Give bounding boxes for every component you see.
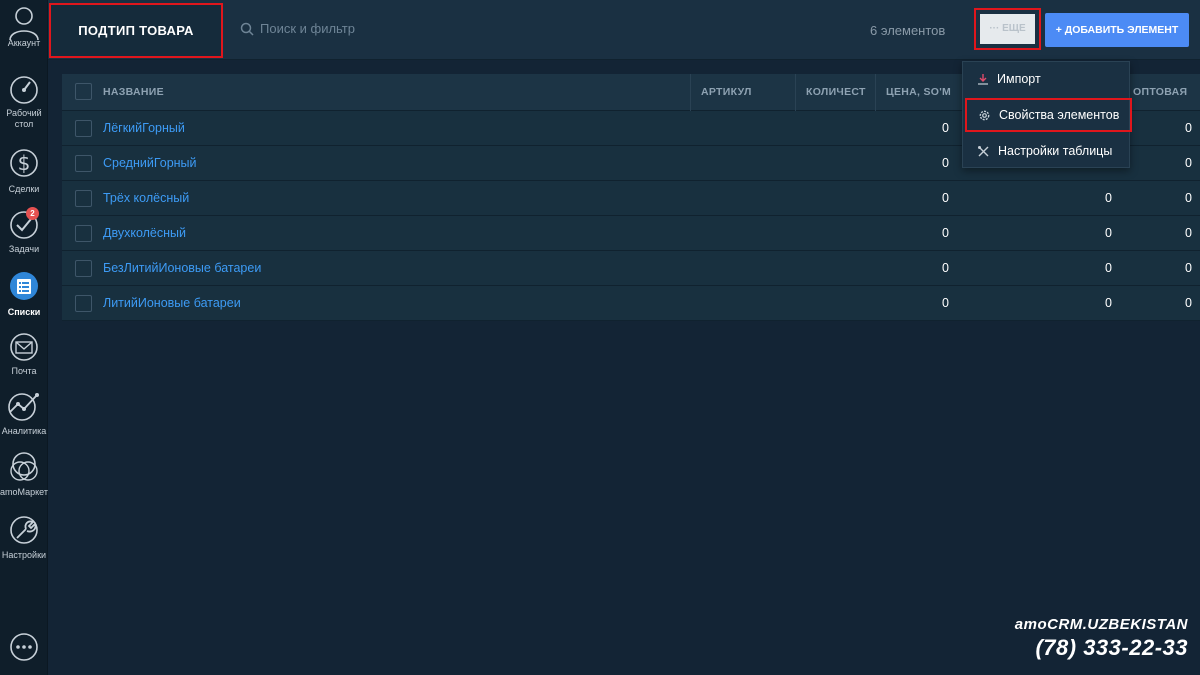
sidebar-item-mail[interactable]: Почта (0, 332, 48, 377)
row-wholesale: 0 (1185, 296, 1192, 310)
chat-icon (10, 633, 38, 661)
svg-text:$: $ (18, 151, 31, 175)
sidebar-item-label: Рабочий стол (6, 108, 42, 129)
sidebar-item-settings[interactable]: Настройки (0, 514, 48, 561)
market-icon (10, 452, 38, 481)
search-box[interactable] (240, 21, 460, 36)
tasks-badge: 2 (26, 207, 39, 220)
sidebar-item-label: amoМаркет (0, 487, 48, 497)
row-name-link[interactable]: ЛитийИоновые батареи (103, 286, 241, 321)
element-count: 6 элементов (870, 23, 946, 38)
menu-item-table-settings[interactable]: Настройки таблицы (963, 134, 1129, 168)
sidebar-item-market[interactable]: amoМаркет (0, 450, 48, 498)
mail-icon (10, 333, 38, 361)
row-wholesale: 0 (1185, 191, 1192, 205)
row-value: 0 (1105, 226, 1112, 240)
download-icon (978, 74, 988, 85)
add-element-button[interactable]: + ДОБАВИТЬ ЭЛЕМЕНТ (1045, 13, 1189, 47)
sidebar-item-label: Аналитика (1, 426, 47, 436)
row-checkbox[interactable] (75, 260, 92, 277)
row-name-link[interactable]: ЛёгкийГорный (103, 111, 185, 146)
column-header-price[interactable]: ЦЕНА, SO'M (875, 74, 957, 111)
page-title: ПОДТИП ТОВАРА (49, 3, 223, 58)
sidebar-item-dashboard[interactable]: Рабочий стол (0, 74, 48, 130)
sidebar-item-label: Почта (11, 366, 37, 376)
table-row[interactable]: БезЛитийИоновые батареи 0 0 0 (62, 251, 1200, 286)
sidebar-item-analytics[interactable]: Аналитика (0, 390, 48, 437)
wrench-icon (10, 516, 38, 544)
row-name-link[interactable]: Трёх колёсный (103, 181, 189, 216)
row-value: 0 (1105, 191, 1112, 205)
dashboard-icon (10, 76, 38, 104)
sidebar-item-label: Задачи (8, 244, 40, 254)
table-row[interactable]: Двухколёсный 0 0 0 (62, 216, 1200, 251)
row-name-link[interactable]: БезЛитийИоновые батареи (103, 251, 261, 286)
row-wholesale: 0 (1185, 121, 1192, 135)
row-checkbox[interactable] (75, 120, 92, 137)
row-name-link[interactable]: СреднийГорный (103, 146, 197, 181)
left-sidebar: Аккаунт Рабочий стол $ Сделки 2 Задачи С… (0, 0, 48, 675)
row-price: 0 (942, 296, 949, 310)
row-price: 0 (942, 226, 949, 240)
gear-icon (979, 110, 990, 120)
row-checkbox[interactable] (75, 155, 92, 172)
watermark-phone: (78) 333-22-33 (1035, 635, 1188, 660)
top-header: ПОДТИП ТОВАРА 6 элементов ··· ЕЩЕ + ДОБА… (48, 0, 1200, 60)
row-name-link[interactable]: Двухколёсный (103, 216, 186, 251)
column-header-sku[interactable]: АРТИКУЛ (690, 74, 795, 111)
search-input[interactable] (260, 21, 460, 36)
more-button-highlight: ··· ЕЩЕ (974, 8, 1041, 50)
menu-item-label: Импорт (997, 72, 1041, 86)
watermark: amoCRM.UZBEKISTAN (78) 333-22-33 (1015, 616, 1188, 661)
sidebar-item-label: Сделки (8, 184, 40, 194)
row-price: 0 (942, 261, 949, 275)
sidebar-item-tasks[interactable]: 2 Задачи (0, 207, 48, 255)
sidebar-item-label: Настройки (1, 550, 47, 560)
menu-item-element-properties[interactable]: Свойства элементов (965, 98, 1132, 132)
sidebar-item-lists[interactable]: Списки (0, 270, 48, 318)
row-wholesale: 0 (1185, 156, 1192, 170)
menu-item-label: Настройки таблицы (998, 144, 1113, 158)
analytics-icon (8, 393, 39, 421)
row-checkbox[interactable] (75, 190, 92, 207)
row-wholesale: 0 (1185, 226, 1192, 240)
search-icon (240, 22, 254, 36)
column-header-name[interactable]: НАЗВАНИЕ (62, 74, 690, 111)
row-value: 0 (1105, 296, 1112, 310)
tools-icon (978, 145, 989, 156)
sidebar-item-deals[interactable]: $ Сделки (0, 145, 48, 195)
row-price: 0 (942, 121, 949, 135)
more-button[interactable]: ··· ЕЩЕ (980, 14, 1035, 44)
menu-item-import[interactable]: Импорт (963, 62, 1129, 96)
row-price: 0 (942, 191, 949, 205)
menu-item-label: Свойства элементов (999, 108, 1120, 122)
sidebar-item-account[interactable]: Аккаунт (0, 4, 48, 49)
dollar-icon: $ (10, 149, 38, 177)
sidebar-item-label: Списки (7, 307, 41, 317)
row-value: 0 (1105, 261, 1112, 275)
column-header-wholesale[interactable]: ОПТОВАЯ (1122, 74, 1200, 111)
row-checkbox[interactable] (75, 225, 92, 242)
table-row[interactable]: ЛитийИоновые батареи 0 0 0 (62, 286, 1200, 321)
row-price: 0 (942, 156, 949, 170)
row-wholesale: 0 (1185, 261, 1192, 275)
column-header-quantity[interactable]: КОЛИЧЕСТ (795, 74, 875, 111)
more-dropdown-menu: Импорт Свойства элементов Настройки табл… (962, 61, 1132, 168)
lists-icon (10, 272, 38, 300)
chat-button[interactable] (0, 632, 48, 662)
user-icon (9, 7, 39, 40)
row-checkbox[interactable] (75, 295, 92, 312)
watermark-brand: amoCRM.UZBEKISTAN (1014, 616, 1188, 633)
table-row[interactable]: Трёх колёсный 0 0 0 (62, 181, 1200, 216)
